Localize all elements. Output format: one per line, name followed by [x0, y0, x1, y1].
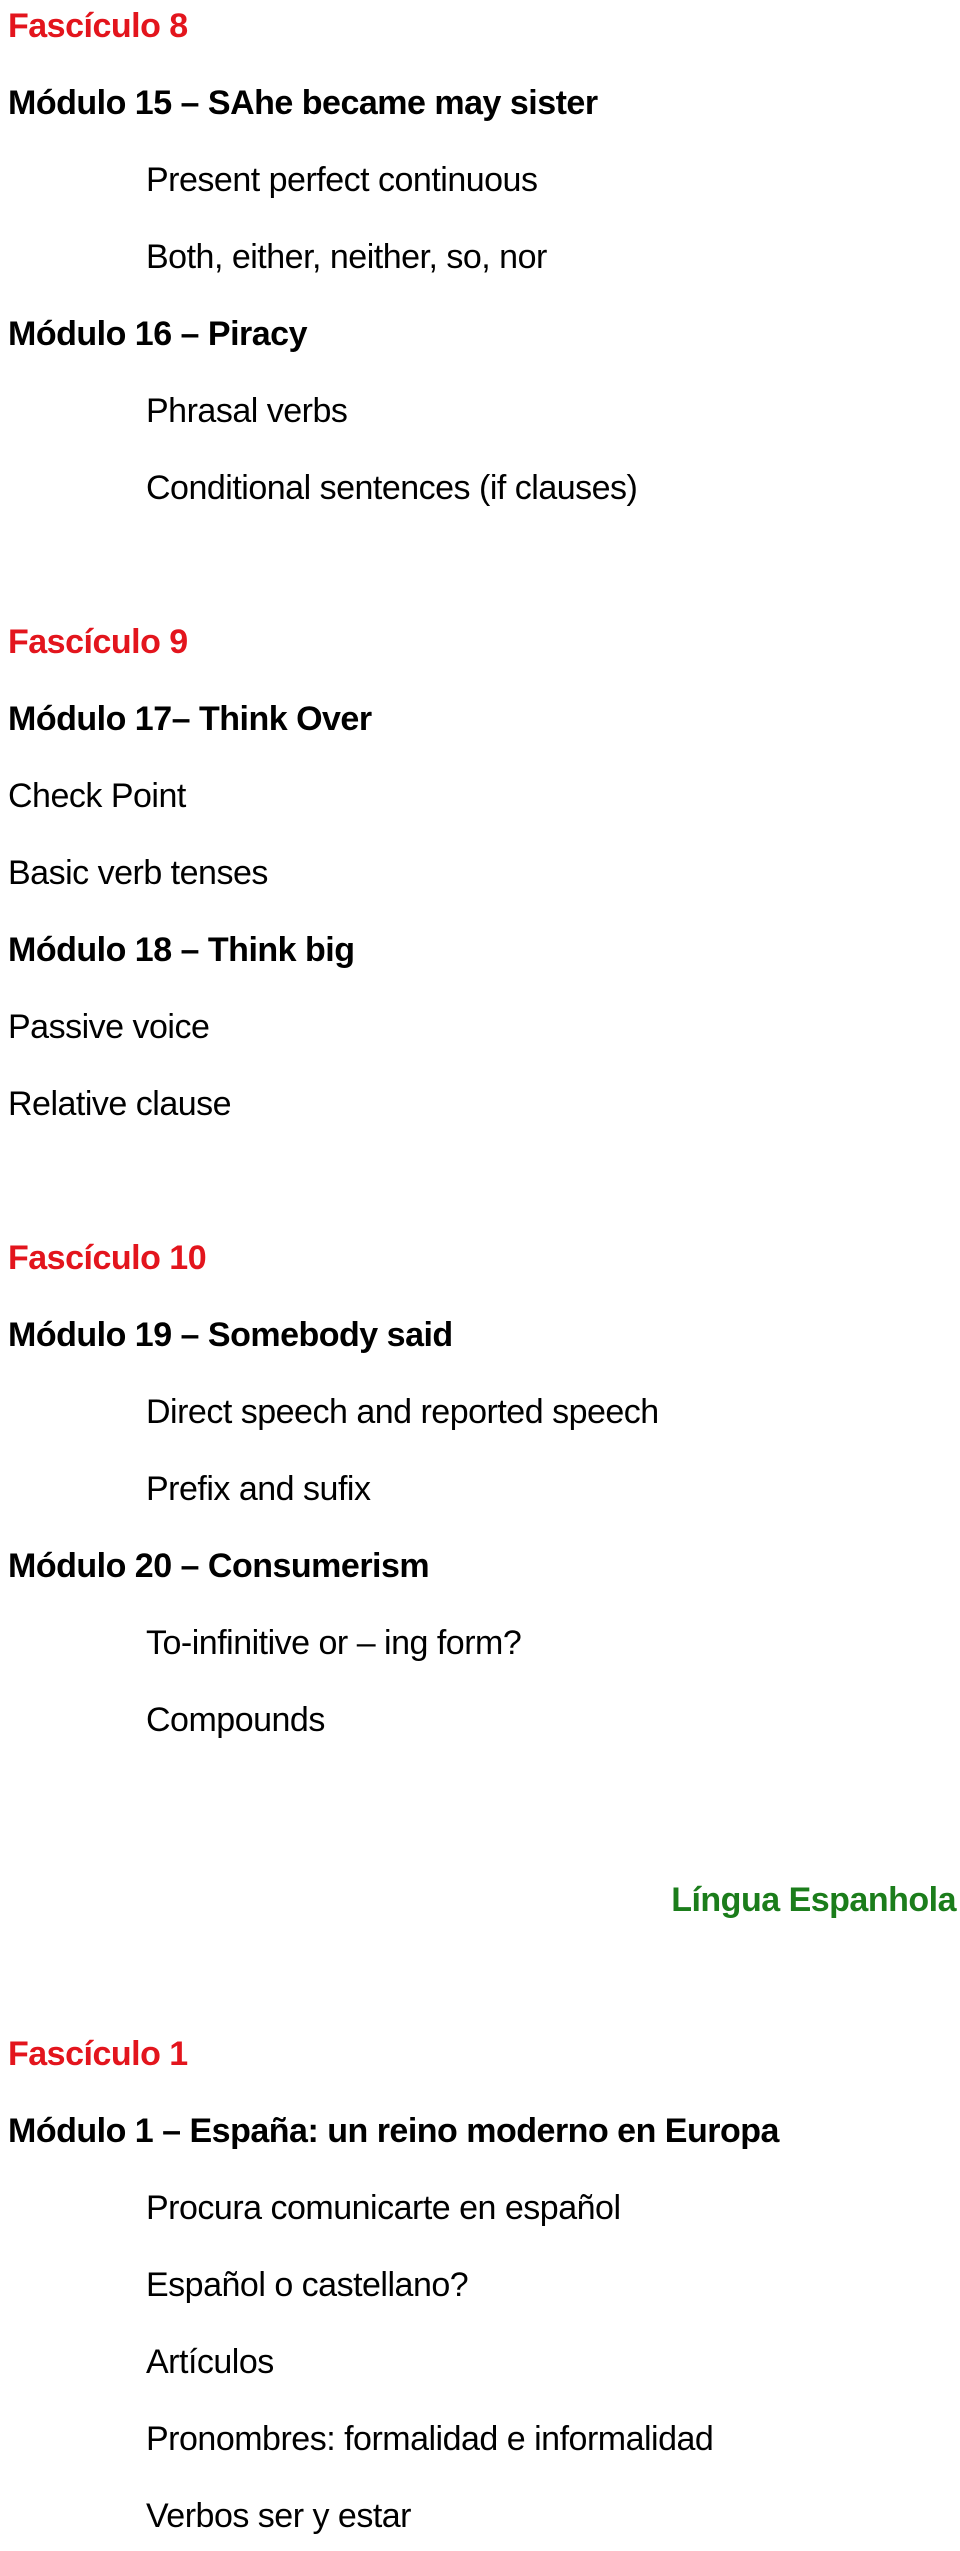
- topic-item: Direct speech and reported speech: [146, 1393, 659, 1431]
- module-title: Módulo 19 – Somebody said: [8, 1316, 453, 1354]
- topic-item: Basic verb tenses: [8, 854, 268, 892]
- fasciculo-heading: Fascículo 10: [8, 1239, 207, 1277]
- topic-item: Procura comunicarte en español: [146, 2189, 621, 2227]
- fasciculo-heading: Fascículo 9: [8, 623, 188, 661]
- topic-item: Compounds: [146, 1701, 325, 1739]
- topic-item: Pronombres: formalidad e informalidad: [146, 2420, 714, 2458]
- module-title: Módulo 18 – Think big: [8, 931, 355, 969]
- fasciculo-heading: Fascículo 1: [8, 2035, 188, 2073]
- subject-heading: Língua Espanhola: [671, 1881, 956, 1919]
- module-title: Módulo 20 – Consumerism: [8, 1547, 430, 1585]
- topic-item: Verbos ser y estar: [146, 2497, 412, 2535]
- topic-item: Both, either, neither, so, nor: [146, 238, 547, 276]
- module-title: Módulo 16 – Piracy: [8, 315, 308, 353]
- topic-item: Present perfect continuous: [146, 161, 538, 199]
- fasciculo-heading: Fascículo 8: [8, 7, 188, 45]
- module-title: Módulo 17– Think Over: [8, 700, 372, 738]
- topic-item: Conditional sentences (if clauses): [146, 469, 638, 507]
- topic-item: Phrasal verbs: [146, 392, 348, 430]
- topic-item: Artículos: [146, 2343, 274, 2381]
- topic-item: Prefix and sufix: [146, 1470, 371, 1508]
- topic-item: Relative clause: [8, 1085, 232, 1123]
- module-title: Módulo 1 – España: un reino moderno en E…: [8, 2112, 779, 2150]
- topic-item: Passive voice: [8, 1008, 210, 1046]
- topic-item: To-infinitive or – ing form?: [146, 1624, 522, 1662]
- module-title: Módulo 15 – SAhe became may sister: [8, 84, 598, 122]
- topic-item: Check Point: [8, 777, 186, 815]
- topic-item: Español o castellano?: [146, 2266, 469, 2304]
